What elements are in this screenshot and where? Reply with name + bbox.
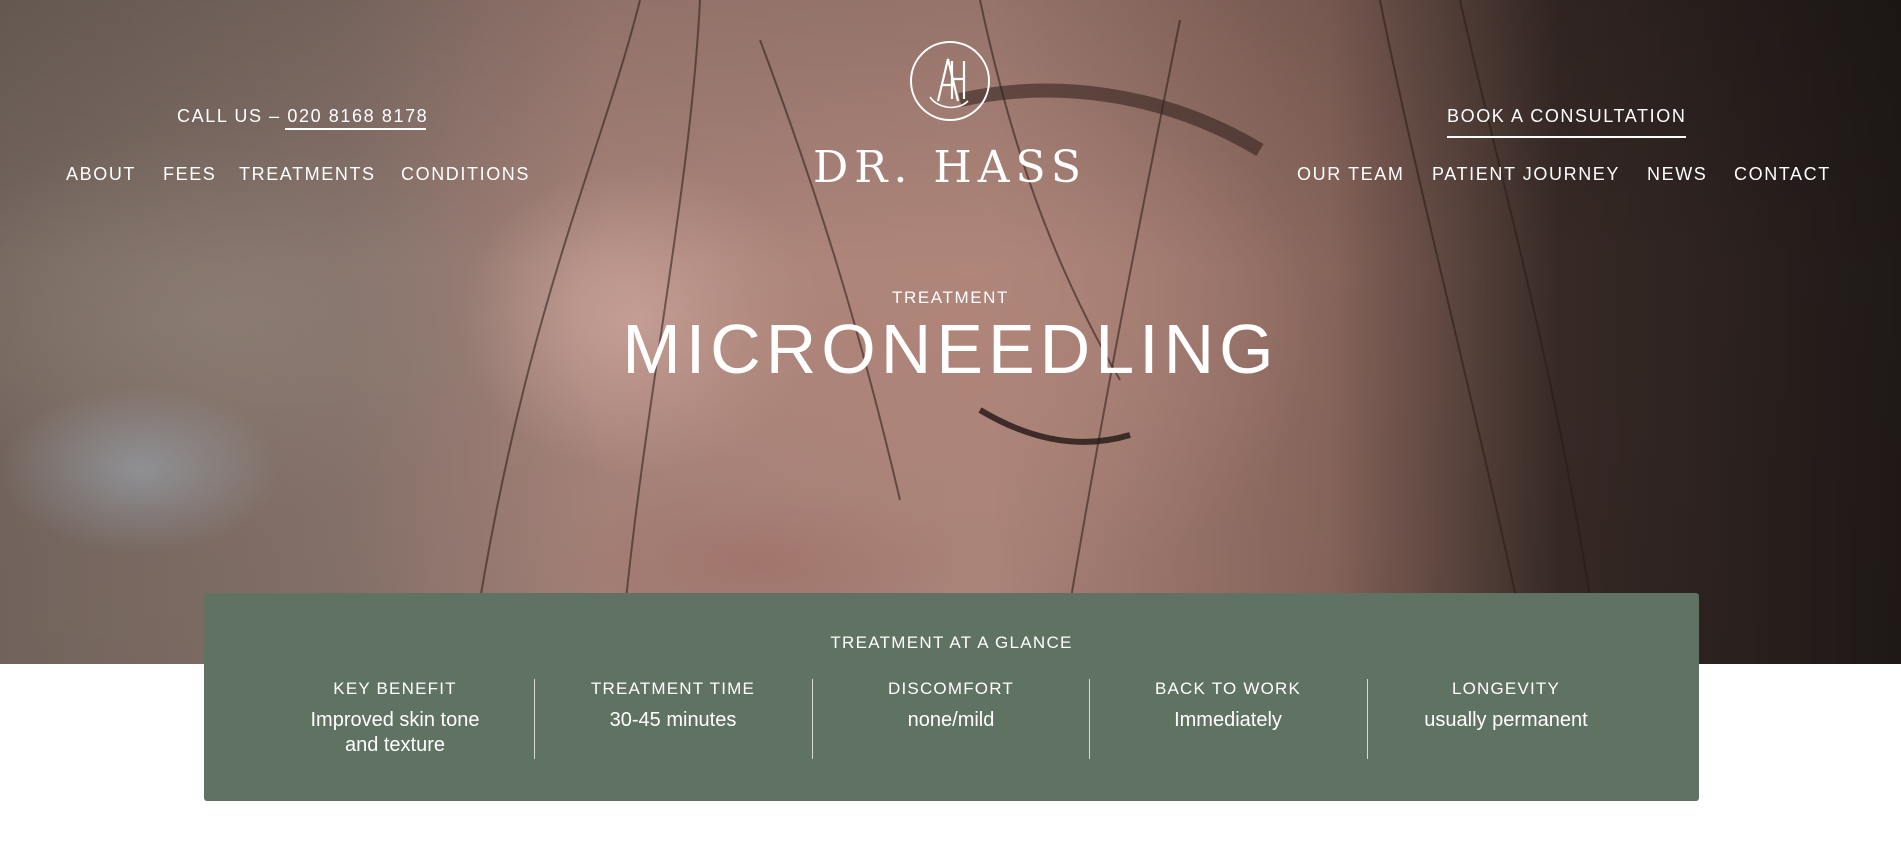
glance-item-longevity: LONGEVITY usually permanent [1386,677,1626,733]
hero-banner: CALL US – 020 8168 8178 BOOK A CONSULTAT… [0,0,1901,664]
glance-value: 30-45 minutes [609,709,737,731]
nav-item-treatments[interactable]: TREATMENTS [239,164,376,185]
glance-label: KEY BENEFIT [333,679,457,698]
nav-item-patient-journey[interactable]: PATIENT JOURNEY [1432,164,1620,185]
page-title: MICRONEEDLING [622,310,1279,388]
logo-monogram-icon[interactable]: AH [908,39,992,123]
nav-item-contact[interactable]: CONTACT [1734,164,1831,185]
book-consultation-label: BOOK A CONSULTATION [1447,106,1687,126]
glance-divider [812,679,813,759]
call-us-link[interactable]: CALL US – 020 8168 8178 [177,106,428,127]
glance-label: TREATMENT TIME [590,679,756,698]
glance-value: none/mild [907,709,995,731]
glance-divider [534,679,535,759]
call-us-underline [285,128,426,130]
glance-item-back-to-work: BACK TO WORK Immediately [1108,677,1348,733]
glance-item-treatment-time: TREATMENT TIME 30-45 minutes [553,677,793,733]
glance-value: Improved skin tone and texture [310,709,480,756]
logo-wordmark[interactable]: DR. HASS [800,142,1100,194]
book-consultation-link[interactable]: BOOK A CONSULTATION [1447,106,1686,127]
call-us-label: CALL US – 020 8168 8178 [177,106,429,126]
nav-item-conditions[interactable]: CONDITIONS [401,164,530,185]
nav-item-fees[interactable]: FEES [163,164,216,185]
glance-label: BACK TO WORK [1154,679,1302,698]
glance-title: TREATMENT AT A GLANCE [830,633,1073,652]
logo-monogram-text: AH [908,39,910,40]
nav-item-news[interactable]: NEWS [1647,164,1707,185]
treatment-glance-panel: TREATMENT AT A GLANCE KEY BENEFIT Improv… [204,593,1699,801]
glance-value: usually permanent [1424,709,1588,731]
glance-item-discomfort: DISCOMFORT none/mild [831,677,1071,733]
glance-value: Immediately [1174,709,1282,731]
glance-divider [1089,679,1090,759]
nav-item-about[interactable]: ABOUT [66,164,136,185]
glance-label: LONGEVITY [1451,679,1561,698]
glance-label: DISCOMFORT [888,679,1014,698]
glance-divider [1367,679,1368,759]
hero-eyebrow: TREATMENT [891,288,1010,307]
glance-item-key-benefit: KEY BENEFIT Improved skin tone and textu… [275,677,515,758]
nav-item-our-team[interactable]: OUR TEAM [1297,164,1404,185]
book-consultation-underline [1447,136,1686,138]
